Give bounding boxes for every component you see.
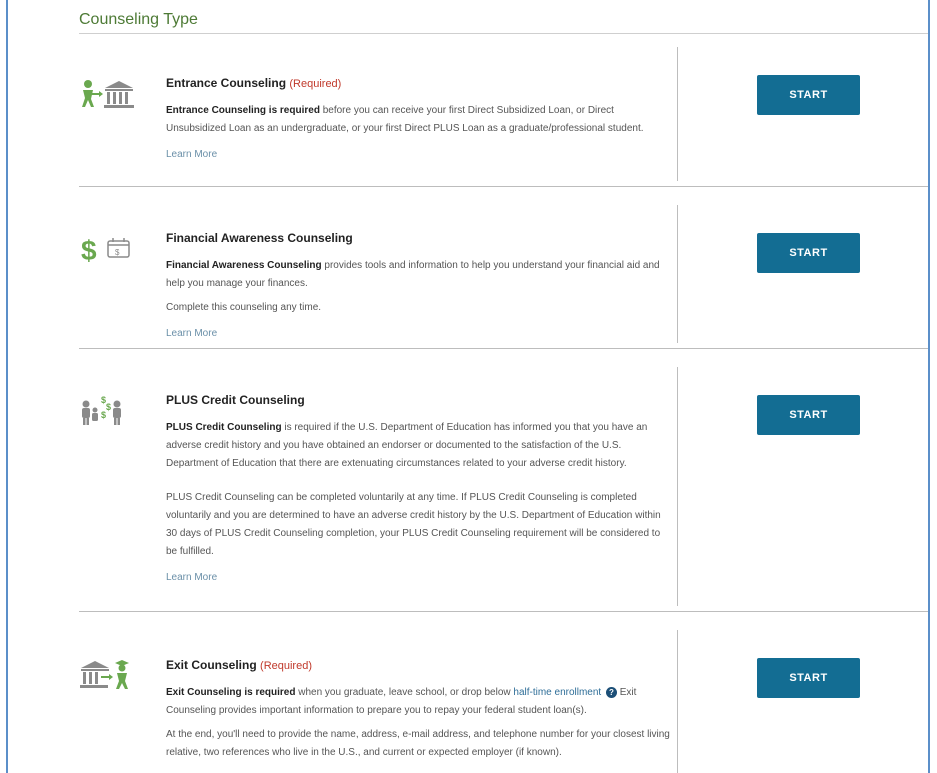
required-label: (Required) — [289, 78, 342, 90]
card-title: Exit Counseling (Required) — [166, 658, 671, 672]
card-title-text: Financial Awareness Counseling — [166, 231, 353, 245]
card-title: PLUS Credit Counseling — [166, 393, 671, 407]
section-title: Counseling Type — [79, 11, 198, 28]
financial-start-button[interactable]: START — [757, 233, 860, 273]
card-note: At the end, you'll need to provide the n… — [166, 729, 670, 758]
card-description: PLUS Credit Counseling is required if th… — [166, 419, 671, 473]
card-description: Exit Counseling is required when you gra… — [166, 684, 671, 720]
card-bottom-divider — [79, 611, 928, 612]
card-title-text: Entrance Counseling — [166, 76, 287, 90]
bank-graduate-icon — [79, 658, 135, 697]
entrance-counseling-card: Entrance Counseling (Required) Entrance … — [79, 47, 928, 187]
family-money-icon: $ $ $ — [79, 393, 135, 432]
description-bold: Exit Counseling is required — [166, 687, 296, 698]
card-description: Entrance Counseling is required before y… — [166, 102, 671, 138]
card-note: PLUS Credit Counseling can be completed … — [166, 492, 661, 557]
plus-start-button[interactable]: START — [757, 395, 860, 435]
card-description: Financial Awareness Counseling provides … — [166, 257, 671, 293]
learn-more-link[interactable]: Learn More — [166, 328, 217, 339]
entrance-start-button[interactable]: START — [757, 75, 860, 115]
card-note: Complete this counseling any time. — [166, 302, 322, 313]
svg-text:$: $ — [101, 410, 106, 420]
description-text: when you graduate, leave school, or drop… — [295, 687, 514, 698]
svg-text:$: $ — [81, 235, 97, 266]
exit-start-button[interactable]: START — [757, 658, 860, 698]
help-icon[interactable]: ? — [605, 686, 617, 698]
plus-credit-card: $ $ $ PLUS Credit Counseling PLUS Credit… — [79, 367, 928, 612]
description-bold: Financial Awareness Counseling — [166, 260, 322, 271]
exit-counseling-card: Exit Counseling (Required) Exit Counseli… — [79, 630, 928, 773]
dollar-calendar-icon: $ $ — [79, 232, 135, 271]
card-title: Financial Awareness Counseling — [166, 231, 671, 245]
description-bold: Entrance Counseling is required — [166, 105, 320, 116]
card-bottom-divider — [79, 348, 928, 349]
card-divider — [677, 205, 678, 343]
description-bold: PLUS Credit Counseling — [166, 422, 282, 433]
svg-text:$: $ — [115, 248, 120, 257]
learn-more-link[interactable]: Learn More — [166, 149, 217, 160]
card-divider — [677, 630, 678, 773]
title-divider — [79, 33, 928, 34]
learn-more-link[interactable]: Learn More — [166, 572, 217, 583]
financial-awareness-card: $ $ Financial Awareness Counseling Finan… — [79, 205, 928, 349]
card-title: Entrance Counseling (Required) — [166, 76, 671, 90]
card-title-text: PLUS Credit Counseling — [166, 393, 305, 407]
card-content: Exit Counseling (Required) Exit Counseli… — [166, 658, 671, 768]
card-content: Financial Awareness Counseling Financial… — [166, 231, 671, 341]
svg-text:$: $ — [106, 402, 111, 412]
card-content: PLUS Credit Counseling PLUS Credit Couns… — [166, 393, 671, 585]
card-bottom-divider — [79, 186, 928, 187]
half-time-enrollment-link[interactable]: half-time enrollment — [513, 687, 601, 698]
card-title-text: Exit Counseling — [166, 658, 257, 672]
card-content: Entrance Counseling (Required) Entrance … — [166, 76, 671, 162]
student-bank-icon — [79, 79, 135, 114]
card-divider — [677, 47, 678, 181]
required-label: (Required) — [260, 660, 312, 672]
card-divider — [677, 367, 678, 606]
